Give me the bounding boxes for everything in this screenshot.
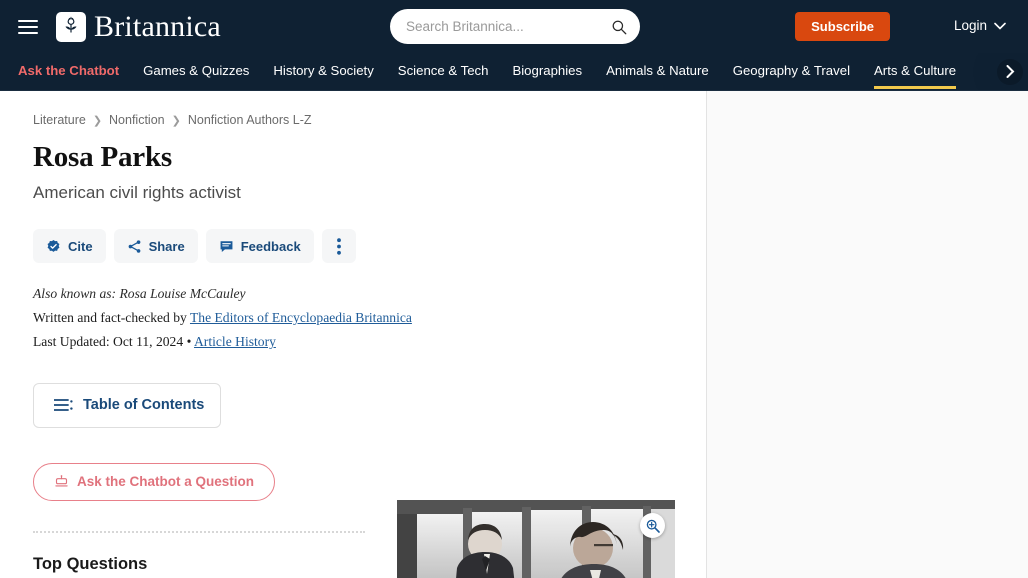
cite-badge-icon xyxy=(47,239,60,252)
article-figure[interactable] xyxy=(397,500,675,578)
search-box[interactable] xyxy=(390,9,640,44)
list-bullet-icon xyxy=(54,399,73,412)
share-button-label: Share xyxy=(148,238,185,254)
breadcrumb-item-nonfiction-authors[interactable]: Nonfiction Authors L-Z xyxy=(188,113,312,127)
nav-item-biographies[interactable]: Biographies xyxy=(512,63,582,80)
hamburger-bar xyxy=(18,31,38,34)
nav-item-animals-nature[interactable]: Animals & Nature xyxy=(606,63,709,80)
also-known-as-label: Also known as: xyxy=(33,286,117,301)
ask-chatbot-button[interactable]: Ask the Chatbot a Question xyxy=(33,462,276,501)
editors-link[interactable]: The Editors of Encyclopaedia Britannica xyxy=(190,310,412,325)
table-of-contents-label: Table of Contents xyxy=(83,397,205,414)
article-column: Literature ❯ Nonfiction ❯ Nonfiction Aut… xyxy=(0,91,707,578)
breadcrumb-separator-icon: ❯ xyxy=(171,114,181,127)
hamburger-icon[interactable] xyxy=(18,19,38,34)
section-divider xyxy=(33,530,365,533)
page-body: Literature ❯ Nonfiction ❯ Nonfiction Aut… xyxy=(0,91,1028,578)
breadcrumb-separator-icon: ❯ xyxy=(92,114,103,127)
nav-item-science-tech[interactable]: Science & Tech xyxy=(398,63,489,80)
written-by-row: Written and fact-checked by The Editors … xyxy=(33,309,706,327)
brand-wordmark: Britannica xyxy=(94,9,221,43)
nav-item-geography-travel[interactable]: Geography & Travel xyxy=(733,63,850,80)
page-title: Rosa Parks xyxy=(33,141,172,173)
site-header: Britannica Subscribe Login xyxy=(0,0,1028,53)
breadcrumb-item-literature[interactable]: Literature xyxy=(33,113,86,127)
meta-separator: • xyxy=(186,333,192,349)
feedback-comment-icon xyxy=(220,240,233,252)
primary-nav: Ask the Chatbot Games & Quizzes History … xyxy=(0,53,1028,91)
also-known-as-value: Rosa Louise McCauley xyxy=(119,286,246,301)
more-options-button[interactable] xyxy=(321,229,356,263)
article-action-bar: Cite Share Feedback xyxy=(33,229,706,263)
brand-logo[interactable]: Britannica xyxy=(56,9,221,43)
feedback-button[interactable]: Feedback xyxy=(205,229,314,263)
search-input[interactable] xyxy=(406,19,610,34)
rosa-parks-bus-photo xyxy=(397,500,675,578)
search-icon[interactable] xyxy=(610,18,628,36)
chevron-down-icon xyxy=(994,22,1006,30)
more-vertical-icon xyxy=(336,237,341,255)
login-menu[interactable]: Login xyxy=(954,18,1006,33)
subscribe-button[interactable]: Subscribe xyxy=(795,12,890,41)
zoom-in-icon xyxy=(646,519,660,533)
also-known-as-row: Also known as: Rosa Louise McCauley xyxy=(33,285,706,303)
thistle-logo-icon xyxy=(56,11,86,42)
chevron-right-icon xyxy=(1006,65,1014,78)
nav-item-history-society[interactable]: History & Society xyxy=(273,63,373,80)
page-subtitle: American civil rights activist xyxy=(33,183,241,202)
last-updated-label: Last Updated: xyxy=(33,333,110,349)
hamburger-bar xyxy=(18,19,38,22)
last-updated-date: Oct 11, 2024 xyxy=(113,333,184,349)
feedback-button-label: Feedback xyxy=(240,238,301,254)
cite-button-label: Cite xyxy=(68,238,93,254)
chatbot-icon xyxy=(55,475,68,487)
article-metadata: Also known as: Rosa Louise McCauley Writ… xyxy=(33,285,706,351)
table-of-contents-button[interactable]: Table of Contents xyxy=(33,382,221,428)
article-history-link[interactable]: Article History xyxy=(194,334,276,349)
ask-chatbot-label: Ask the Chatbot a Question xyxy=(77,474,255,490)
image-zoom-button[interactable] xyxy=(640,513,665,538)
last-updated-row: Last Updated: Oct 11, 2024 • Article His… xyxy=(33,333,706,351)
nav-item-games-quizzes[interactable]: Games & Quizzes xyxy=(143,63,249,80)
nav-item-ask-the-chatbot[interactable]: Ask the Chatbot xyxy=(18,63,119,80)
breadcrumb-item-nonfiction[interactable]: Nonfiction xyxy=(109,113,165,127)
share-icon xyxy=(128,239,140,253)
right-rail xyxy=(707,91,1028,578)
nav-item-arts-culture[interactable]: Arts & Culture xyxy=(874,63,957,89)
cite-button[interactable]: Cite xyxy=(33,229,106,263)
written-by-prefix: Written and fact-checked by xyxy=(33,309,187,325)
login-label: Login xyxy=(953,18,987,33)
breadcrumb: Literature ❯ Nonfiction ❯ Nonfiction Aut… xyxy=(33,113,706,127)
hamburger-bar xyxy=(18,25,38,28)
share-button[interactable]: Share xyxy=(113,229,198,263)
nav-scroll-right-button[interactable] xyxy=(997,58,1023,85)
